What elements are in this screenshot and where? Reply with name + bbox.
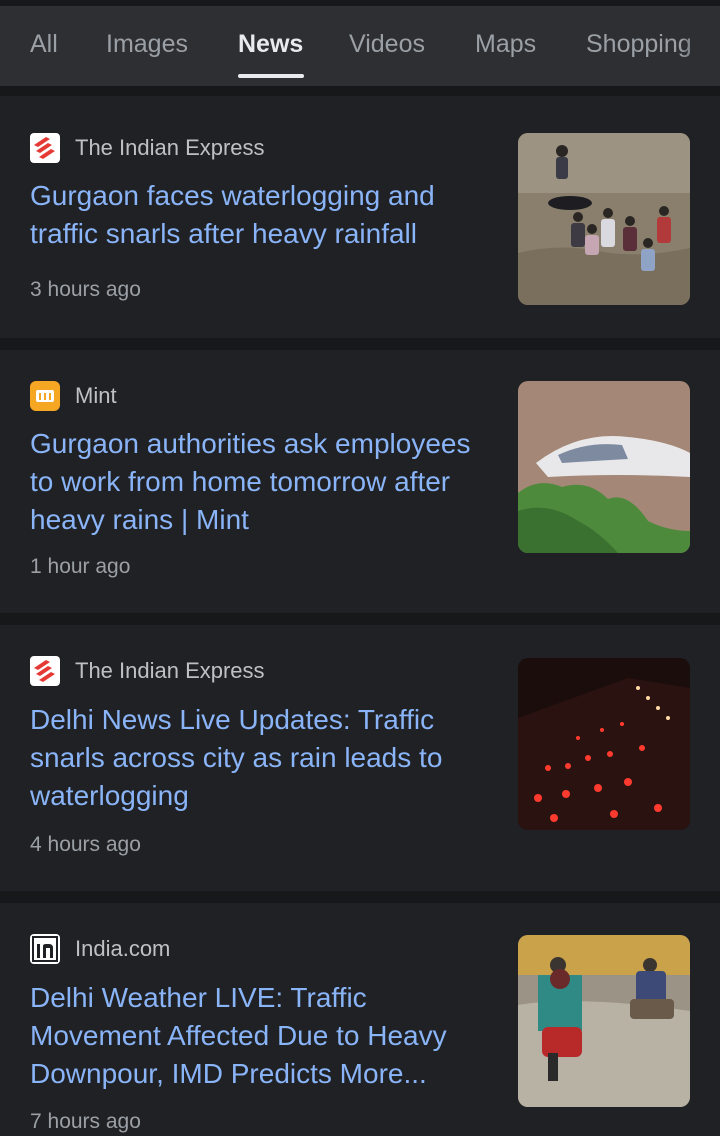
tab-news[interactable]: News [238, 30, 303, 59]
article-time: 3 hours ago [30, 278, 141, 301]
active-tab-indicator [238, 74, 304, 78]
india-com-logo-icon [30, 934, 60, 964]
people-wading-flood-image[interactable] [518, 133, 690, 305]
news-card[interactable]: The Indian Express Delhi News Live Updat… [0, 625, 720, 891]
article-headline[interactable]: Delhi News Live Updates: Traffic snarls … [30, 701, 490, 815]
source-name: The Indian Express [75, 135, 265, 160]
night-traffic-jam-image[interactable] [518, 658, 690, 830]
article-time: 7 hours ago [30, 1110, 141, 1133]
card-separator [0, 891, 720, 903]
card-separator [0, 613, 720, 625]
source-name: The Indian Express [75, 658, 265, 683]
article-headline[interactable]: Delhi Weather LIVE: Traffic Movement Aff… [30, 979, 490, 1093]
indian-express-logo-icon [30, 656, 60, 686]
tab-maps[interactable]: Maps [475, 30, 536, 59]
indian-express-logo-icon [30, 133, 60, 163]
tab-shopping[interactable]: Shopping [586, 30, 692, 59]
tab-images[interactable]: Images [106, 30, 188, 59]
news-card[interactable]: India.com Delhi Weather LIVE: Traffic Mo… [0, 903, 720, 1136]
mint-logo-icon [30, 381, 60, 411]
source-name: Mint [75, 383, 117, 408]
source-name: India.com [75, 936, 171, 961]
article-headline[interactable]: Gurgaon authorities ask employees to wor… [30, 425, 490, 539]
tabs-scroll-fade [680, 6, 720, 86]
article-time: 4 hours ago [30, 833, 141, 856]
search-tabs: All Images News Videos Maps Shopping [0, 6, 720, 86]
scooter-in-flood-image[interactable] [518, 935, 690, 1107]
search-tabs-bar: All Images News Videos Maps Shopping [0, 0, 720, 96]
article-time: 1 hour ago [30, 555, 131, 578]
article-headline[interactable]: Gurgaon faces waterlogging and traffic s… [30, 177, 490, 253]
submerged-car-image[interactable] [518, 381, 690, 553]
news-card[interactable]: The Indian Express Gurgaon faces waterlo… [0, 102, 720, 338]
card-separator [0, 338, 720, 350]
tab-videos[interactable]: Videos [349, 30, 425, 59]
tab-all[interactable]: All [30, 30, 58, 59]
news-card[interactable]: Mint Gurgaon authorities ask employees t… [0, 350, 720, 613]
